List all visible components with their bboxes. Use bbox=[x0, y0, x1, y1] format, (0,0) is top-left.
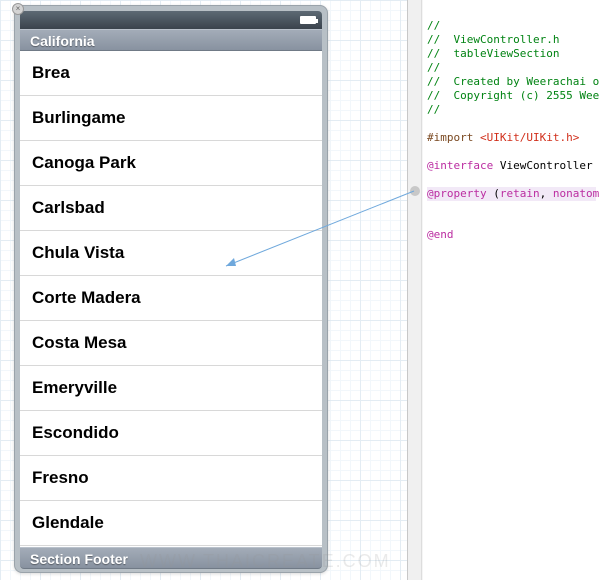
table-row[interactable]: Burlingame bbox=[20, 96, 322, 141]
code-comment: // bbox=[427, 61, 440, 74]
table-row[interactable]: Fresno bbox=[20, 456, 322, 501]
close-icon[interactable]: × bbox=[12, 3, 24, 15]
code-interface: @interface ViewController : U bbox=[427, 159, 600, 172]
table-row[interactable]: Glendale bbox=[20, 501, 322, 546]
table-row[interactable]: Carlsbad bbox=[20, 186, 322, 231]
interface-builder-canvas[interactable]: × California Brea Burlingame Canoga Park… bbox=[0, 0, 407, 580]
code-blank bbox=[427, 214, 434, 227]
table-row[interactable]: Chula Vista bbox=[20, 231, 322, 276]
code-blank bbox=[427, 145, 434, 158]
section-header: California bbox=[20, 29, 322, 51]
code-gutter bbox=[408, 0, 422, 580]
code-editor[interactable]: // // ViewController.h // tableViewSecti… bbox=[423, 0, 600, 580]
outlet-connection-indicator-icon[interactable] bbox=[410, 186, 420, 196]
table-row[interactable]: Canoga Park bbox=[20, 141, 322, 186]
code-property-highlighted: @property (retain, nonatomic) bbox=[427, 187, 596, 201]
status-bar bbox=[20, 11, 322, 29]
code-end: @end bbox=[427, 228, 454, 241]
table-view[interactable]: Brea Burlingame Canoga Park Carlsbad Chu… bbox=[20, 51, 322, 547]
table-row[interactable]: Emeryville bbox=[20, 366, 322, 411]
code-comment: // bbox=[427, 19, 440, 32]
code-comment: // bbox=[427, 103, 440, 116]
code-comment: // Copyright (c) 2555 Weerac bbox=[427, 89, 600, 102]
battery-icon bbox=[300, 16, 316, 24]
table-row[interactable]: Brea bbox=[20, 51, 322, 96]
code-blank bbox=[427, 173, 434, 186]
watermark: WWW.THAICREATE.COM bbox=[140, 551, 391, 572]
code-comment: // ViewController.h bbox=[427, 33, 559, 46]
table-row[interactable]: Corte Madera bbox=[20, 276, 322, 321]
table-row[interactable]: Escondido bbox=[20, 411, 322, 456]
code-comment: // Created by Weerachai on 1 bbox=[427, 75, 600, 88]
code-comment: // tableViewSection bbox=[427, 47, 559, 60]
code-import: #import <UIKit/UIKit.h> bbox=[427, 131, 579, 144]
device-frame[interactable]: × California Brea Burlingame Canoga Park… bbox=[14, 5, 328, 573]
table-row[interactable]: Costa Mesa bbox=[20, 321, 322, 366]
